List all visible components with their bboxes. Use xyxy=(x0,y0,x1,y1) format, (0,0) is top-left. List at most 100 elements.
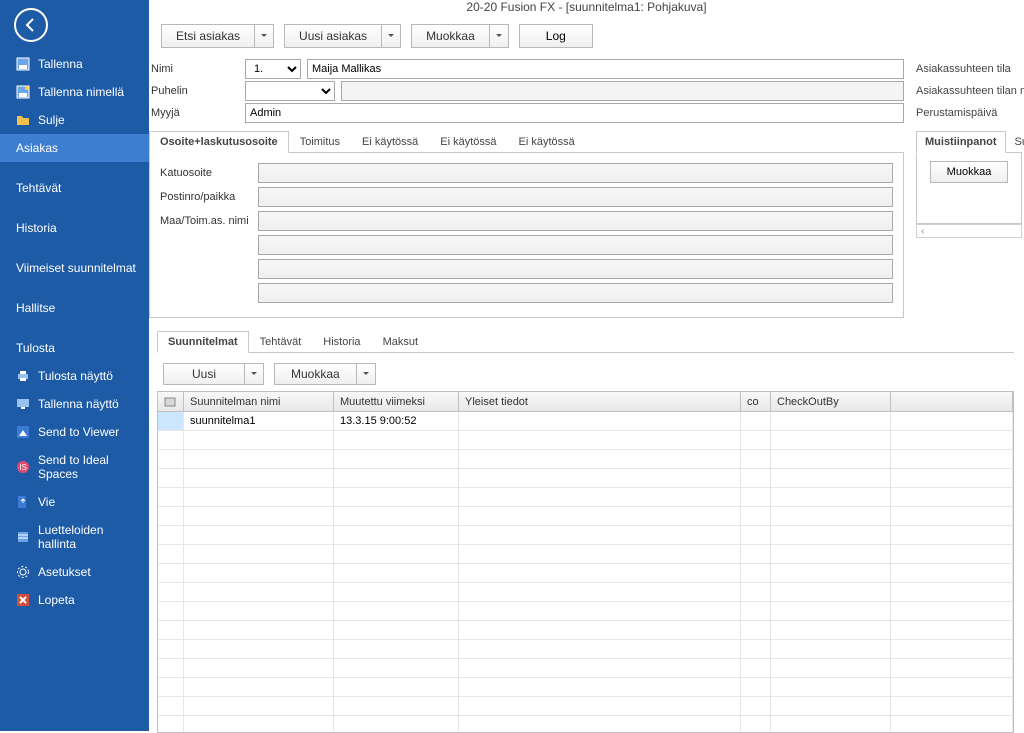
search-customer-button[interactable]: Etsi asiakas xyxy=(161,24,274,48)
sidebar-item-savescreen[interactable]: Tallenna näyttö xyxy=(0,390,149,418)
table-row[interactable] xyxy=(158,469,1013,488)
chevron-down-icon[interactable] xyxy=(490,25,508,47)
postal-input[interactable] xyxy=(258,187,893,207)
chevron-down-icon[interactable] xyxy=(357,364,375,384)
tab-disabled-2[interactable]: Ei käytössä xyxy=(429,131,507,153)
tab-tasks[interactable]: Tehtävät xyxy=(249,331,313,353)
sidebar-item-print[interactable]: Tulosta xyxy=(0,334,149,362)
grid-header-general[interactable]: Yleiset tiedot xyxy=(459,392,741,411)
table-row[interactable] xyxy=(158,602,1013,621)
seller-input[interactable] xyxy=(245,103,904,123)
chevron-down-icon[interactable] xyxy=(382,25,400,47)
grid-header-modified[interactable]: Muutettu viimeksi xyxy=(334,392,459,411)
phone-input[interactable] xyxy=(341,81,904,101)
new-plan-button[interactable]: Uusi xyxy=(163,363,264,385)
table-row[interactable] xyxy=(158,640,1013,659)
tab-disabled-3[interactable]: Ei käytössä xyxy=(508,131,586,153)
tab-plan[interactable]: Suun xyxy=(1006,131,1024,153)
row-checkoutby xyxy=(771,412,891,430)
extra-input-1[interactable] xyxy=(258,235,893,255)
phone-type-select[interactable] xyxy=(245,81,335,101)
tab-address[interactable]: Osoite+laskutusosoite xyxy=(149,131,289,153)
tab-payments[interactable]: Maksut xyxy=(372,331,429,353)
row-checkoutby xyxy=(771,450,891,468)
title-select[interactable]: 1. xyxy=(245,59,301,79)
sidebar-item-close[interactable]: Sulje xyxy=(0,106,149,134)
table-row[interactable] xyxy=(158,431,1013,450)
row-co xyxy=(741,564,771,582)
row-status-icon xyxy=(158,659,184,677)
table-row[interactable] xyxy=(158,450,1013,469)
table-row[interactable] xyxy=(158,678,1013,697)
table-row[interactable] xyxy=(158,526,1013,545)
scroll-indicator[interactable]: ‹ xyxy=(916,224,1022,238)
sidebar-item-save[interactable]: Tallenna xyxy=(0,50,149,78)
table-row[interactable] xyxy=(158,716,1013,732)
window-title: 20-20 Fusion FX - [suunnitelma1: Pohjaku… xyxy=(149,0,1024,14)
grid-header-checkout[interactable]: CheckOutBy xyxy=(771,392,891,411)
row-status-icon xyxy=(158,545,184,563)
edit-plan-button[interactable]: Muokkaa xyxy=(274,363,376,385)
sidebar-item-export[interactable]: Vie xyxy=(0,488,149,516)
row-checkoutby xyxy=(771,697,891,715)
chevron-down-icon[interactable] xyxy=(245,364,263,384)
row-checkoutby xyxy=(771,507,891,525)
sidebar-item-tasks[interactable]: Tehtävät xyxy=(0,174,149,202)
name-input[interactable] xyxy=(307,59,904,79)
sidebar-item-manage[interactable]: Hallitse xyxy=(0,294,149,322)
table-row[interactable] xyxy=(158,621,1013,640)
extra-input-2[interactable] xyxy=(258,259,893,279)
chevron-down-icon[interactable] xyxy=(255,25,273,47)
log-button[interactable]: Log xyxy=(519,24,593,48)
new-customer-button[interactable]: Uusi asiakas xyxy=(284,24,401,48)
sidebar-item-catalog[interactable]: Luetteloiden hallinta xyxy=(0,516,149,558)
country-input[interactable] xyxy=(258,211,893,231)
table-row[interactable] xyxy=(158,545,1013,564)
sidebar-item-exit[interactable]: Lopeta xyxy=(0,586,149,614)
sidebar-item-history[interactable]: Historia xyxy=(0,214,149,242)
tab-history[interactable]: Historia xyxy=(312,331,371,353)
row-modified xyxy=(334,716,459,732)
sidebar-item-settings[interactable]: Asetukset xyxy=(0,558,149,586)
row-modified xyxy=(334,431,459,449)
extra-input-3[interactable] xyxy=(258,283,893,303)
table-row[interactable] xyxy=(158,488,1013,507)
sidebar-item-customer[interactable]: Asiakas xyxy=(0,134,149,162)
street-input[interactable] xyxy=(258,163,893,183)
sidebar-item-viewer[interactable]: Send to Viewer xyxy=(0,418,149,446)
row-checkoutby xyxy=(771,602,891,620)
tab-plans[interactable]: Suunnitelmat xyxy=(157,331,249,353)
notes-edit-button[interactable]: Muokkaa xyxy=(930,161,1009,183)
row-co xyxy=(741,488,771,506)
grid-header-co[interactable]: co xyxy=(741,392,771,411)
table-row[interactable] xyxy=(158,583,1013,602)
row-checkoutby xyxy=(771,583,891,601)
grid-header-icon[interactable] xyxy=(158,392,184,411)
sidebar-item-saveas[interactable]: Tallenna nimellä xyxy=(0,78,149,106)
exit-icon xyxy=(16,593,30,607)
sidebar-item-printscreen[interactable]: Tulosta näyttö xyxy=(0,362,149,390)
sidebar-item-ideal[interactable]: IS Send to Ideal Spaces xyxy=(0,446,149,488)
address-pane: Katuosoite Postinro/paikka Maa/Toim.as. … xyxy=(149,153,904,318)
table-row[interactable] xyxy=(158,697,1013,716)
tab-delivery[interactable]: Toimitus xyxy=(289,131,351,153)
table-row[interactable] xyxy=(158,659,1013,678)
catalog-icon xyxy=(16,530,30,544)
row-modified xyxy=(334,564,459,582)
founded-label: Perustamispäivä xyxy=(916,102,1022,124)
table-row[interactable] xyxy=(158,564,1013,583)
row-modified xyxy=(334,488,459,506)
seller-label: Myyjä xyxy=(149,107,245,119)
row-name: suunnitelma1 xyxy=(184,412,334,430)
tab-disabled-1[interactable]: Ei käytössä xyxy=(351,131,429,153)
sidebar-item-recent[interactable]: Viimeiset suunnitelmat xyxy=(0,254,149,282)
table-row[interactable]: suunnitelma113.3.15 9:00:52 xyxy=(158,412,1013,431)
table-row[interactable] xyxy=(158,507,1013,526)
edit-button[interactable]: Muokkaa xyxy=(411,24,509,48)
back-button[interactable] xyxy=(14,8,48,42)
row-co xyxy=(741,526,771,544)
ideal-icon: IS xyxy=(16,460,30,474)
grid-header-name[interactable]: Suunnitelman nimi xyxy=(184,392,334,411)
tab-notes[interactable]: Muistiinpanot xyxy=(916,131,1006,153)
row-modified xyxy=(334,469,459,487)
